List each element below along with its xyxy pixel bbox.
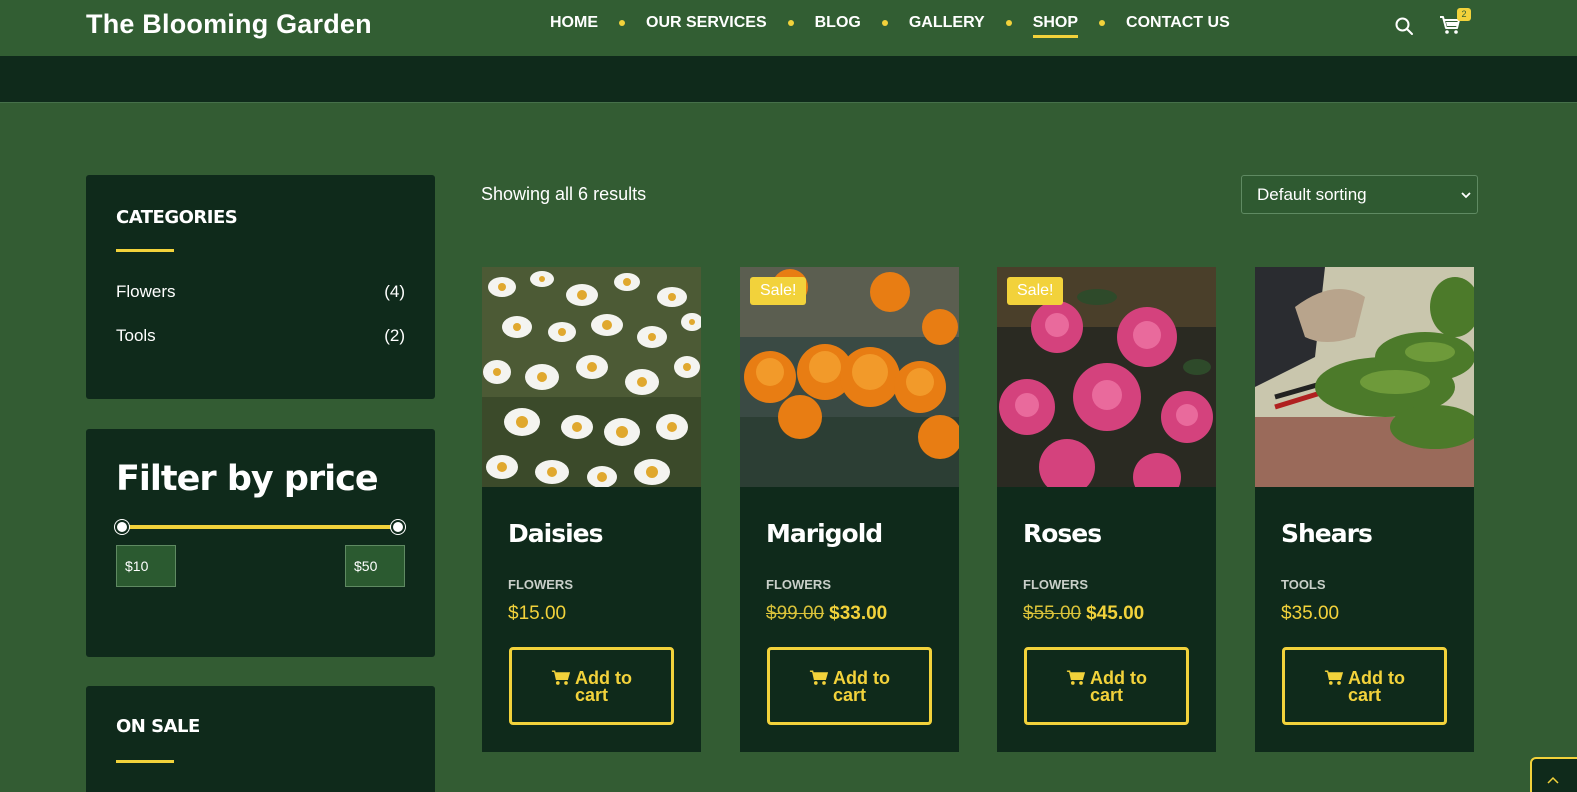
add-to-cart-button[interactable]: Add to cart	[1282, 647, 1447, 725]
nav-shop[interactable]: SHOP	[1032, 14, 1079, 38]
min-price-input[interactable]	[116, 545, 176, 587]
nav-separator-dot	[1005, 20, 1012, 26]
page-banner	[0, 56, 1577, 103]
product-price: $35.00	[1281, 603, 1339, 625]
category-count: (4)	[384, 282, 405, 301]
nav-separator-dot	[1099, 20, 1106, 26]
shears-photo[interactable]	[1255, 267, 1474, 487]
marigold-photo[interactable]: Sale!	[740, 267, 959, 487]
nav-our-services[interactable]: OUR SERVICES	[646, 14, 767, 38]
title-underline	[116, 760, 174, 763]
site-header: The Blooming Garden HOME OUR SERVICES BL…	[0, 0, 1577, 56]
result-count: Showing all 6 results	[481, 184, 647, 204]
add-to-cart-label: Add to cart	[574, 667, 632, 705]
sale-badge: Sale!	[1007, 277, 1064, 305]
nav-blog[interactable]: BLOG	[815, 14, 861, 38]
add-to-cart-label: Add to cart	[1089, 667, 1147, 705]
on-sale-widget: ON SALE	[86, 686, 435, 792]
chevron-up-icon	[1547, 776, 1559, 784]
product-category[interactable]: TOOLS	[1281, 577, 1326, 592]
price-filter-title: Filter by price	[116, 459, 379, 499]
category-item-tools[interactable]: Tools (2)	[116, 326, 405, 346]
category-count: (2)	[384, 326, 405, 345]
price-slider-max-handle[interactable]	[391, 520, 405, 534]
cart-icon	[551, 669, 571, 685]
product-card-shears: Shears TOOLS $35.00 Add to cart	[1255, 267, 1474, 752]
add-to-cart-button[interactable]: Add to cart	[509, 647, 674, 725]
sort-selected-value: Default sorting	[1257, 184, 1367, 204]
product-price: $15.00	[508, 603, 566, 625]
price-filter-widget: Filter by price	[86, 429, 435, 657]
product-category[interactable]: FLOWERS	[508, 577, 573, 592]
nav-home[interactable]: HOME	[550, 14, 598, 38]
on-sale-title: ON SALE	[116, 716, 200, 737]
cart-icon	[1324, 669, 1344, 685]
cart-icon	[809, 669, 829, 685]
chevron-down-icon	[1461, 192, 1471, 199]
sort-select[interactable]: Default sorting	[1241, 175, 1478, 214]
product-category[interactable]: FLOWERS	[766, 577, 831, 592]
price-slider-min-handle[interactable]	[115, 520, 129, 534]
scroll-to-top-button[interactable]	[1530, 757, 1577, 792]
site-logo[interactable]: The Blooming Garden	[86, 9, 372, 40]
product-price: $99.00 $33.00	[766, 603, 887, 625]
current-price: $15.00	[508, 603, 567, 624]
main-nav: HOME OUR SERVICES BLOG GALLERY SHOP CONT…	[550, 14, 1230, 38]
product-card-marigold: Sale! Marigold FLOWERS $99.00 $33.00 Add …	[740, 267, 959, 752]
nav-gallery[interactable]: GALLERY	[909, 14, 985, 38]
add-to-cart-label: Add to cart	[832, 667, 890, 705]
roses-photo[interactable]: Sale!	[997, 267, 1216, 487]
add-to-cart-button[interactable]: Add to cart	[767, 647, 932, 725]
product-price: $55.00 $45.00	[1023, 603, 1144, 625]
title-underline	[116, 249, 174, 252]
add-to-cart-button[interactable]: Add to cart	[1024, 647, 1189, 725]
product-category[interactable]: FLOWERS	[1023, 577, 1088, 592]
nav-separator-dot	[619, 20, 625, 26]
sale-badge: Sale!	[750, 277, 807, 305]
max-price-input[interactable]	[345, 545, 405, 587]
nav-contact-us[interactable]: CONTACT US	[1126, 14, 1230, 38]
current-price: $35.00	[1281, 603, 1340, 624]
product-title[interactable]: Marigold	[766, 519, 883, 548]
sale-price: $33.00	[829, 603, 888, 624]
add-to-cart-label: Add to cart	[1347, 667, 1405, 705]
original-price: $55.00	[1023, 603, 1082, 624]
price-slider-track[interactable]	[122, 525, 398, 529]
cart-icon	[1066, 669, 1086, 685]
nav-separator-dot	[881, 20, 888, 26]
product-card-roses: Sale! Roses FLOWERS $55.00 $45.00 Add to …	[997, 267, 1216, 752]
product-title[interactable]: Roses	[1023, 519, 1102, 548]
product-title[interactable]: Daisies	[508, 519, 603, 548]
category-item-flowers[interactable]: Flowers (4)	[116, 282, 405, 302]
cart-count-badge: 2	[1457, 8, 1471, 21]
product-card-daisies: Daisies FLOWERS $15.00 Add to cart	[482, 267, 701, 752]
original-price: $99.00	[766, 603, 825, 624]
category-name[interactable]: Tools	[116, 326, 156, 346]
categories-widget: CATEGORIES Flowers (4) Tools (2)	[86, 175, 435, 399]
category-name[interactable]: Flowers	[116, 282, 176, 302]
nav-separator-dot	[787, 20, 794, 26]
sale-price: $45.00	[1086, 603, 1145, 624]
search-icon[interactable]	[1394, 16, 1414, 36]
product-title[interactable]: Shears	[1281, 519, 1373, 548]
daisies-photo[interactable]	[482, 267, 701, 487]
categories-title: CATEGORIES	[116, 207, 238, 228]
